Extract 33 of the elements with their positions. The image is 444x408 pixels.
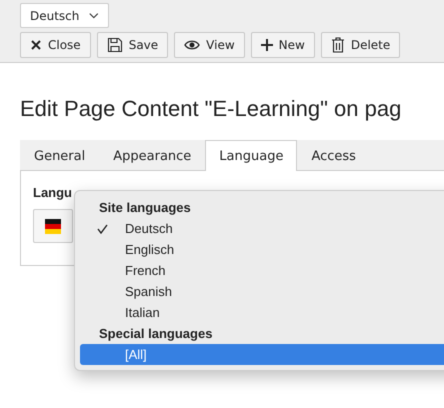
menu-item[interactable]: Englisch <box>80 239 444 260</box>
menu-item[interactable]: Spanish <box>80 281 444 302</box>
menu-item-label: French <box>125 263 166 278</box>
flag-button[interactable] <box>33 209 73 243</box>
trash-icon <box>330 37 345 53</box>
menu-item-label: Spanish <box>125 284 172 299</box>
tab[interactable]: Language <box>205 140 298 171</box>
menu-item[interactable]: Italian <box>80 302 444 323</box>
view-button[interactable]: View <box>174 32 245 58</box>
menu-item[interactable]: French <box>80 260 444 281</box>
close-icon <box>30 39 42 51</box>
menu-item[interactable]: [All] <box>80 344 444 365</box>
menu-item-label: Italian <box>125 305 160 320</box>
plus-icon <box>260 39 273 51</box>
tab[interactable]: General <box>20 140 100 171</box>
delete-button[interactable]: Delete <box>320 32 400 58</box>
page-title: Edit Page Content "E-Learning" on pag <box>20 95 402 123</box>
menu-item-label: [All] <box>125 347 147 362</box>
chevron-down-icon <box>89 12 99 20</box>
menu-item[interactable]: Deutsch <box>80 218 444 239</box>
language-select[interactable]: Deutsch <box>20 3 109 28</box>
close-button[interactable]: Close <box>20 32 91 58</box>
save-button[interactable]: Save <box>96 32 168 58</box>
tab[interactable]: Appearance <box>99 140 206 171</box>
menu-item-label: Deutsch <box>125 221 173 236</box>
menu-item-label: Englisch <box>125 242 174 257</box>
new-button[interactable]: New <box>250 32 315 58</box>
menu-group-header: Special languages <box>98 325 214 343</box>
german-flag-icon <box>45 218 61 234</box>
menu-group-header: Site languages <box>98 199 192 217</box>
tab[interactable]: Access <box>297 140 370 171</box>
eye-icon <box>184 39 200 51</box>
field-label: Langu <box>33 185 73 200</box>
